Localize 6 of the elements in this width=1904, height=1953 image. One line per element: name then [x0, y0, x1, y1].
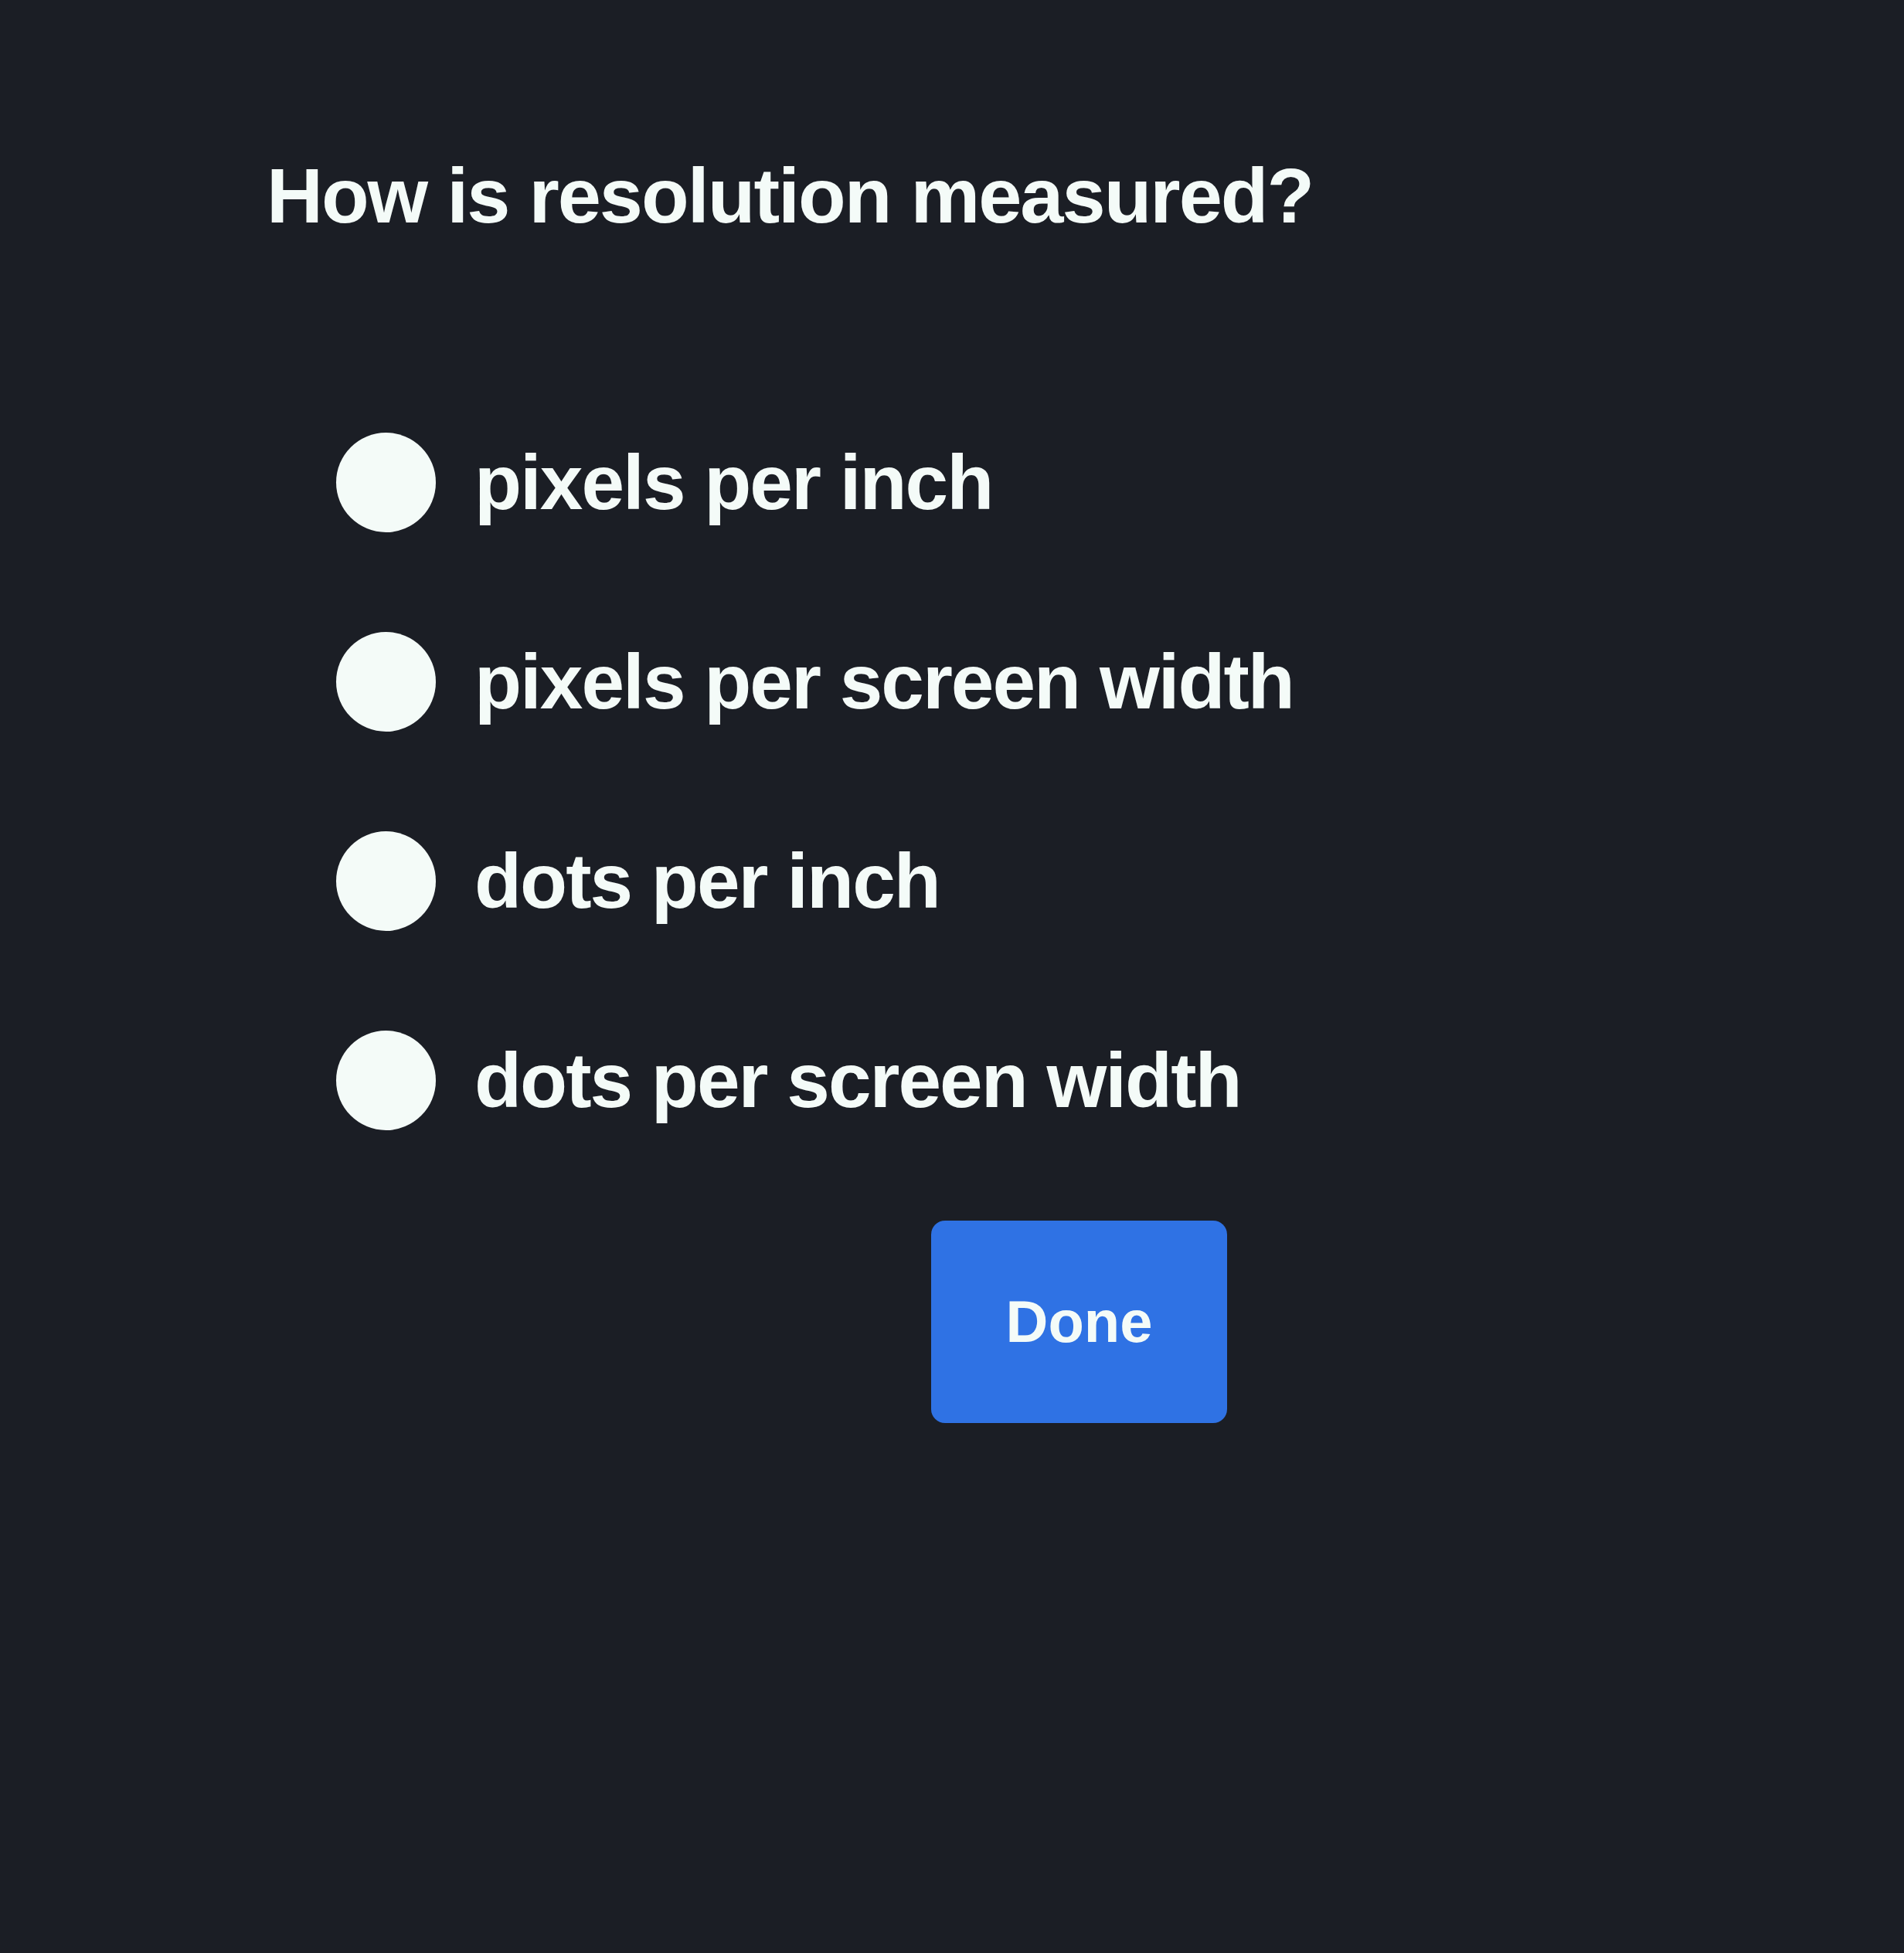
option-label: pixels per inch — [474, 438, 993, 528]
option-label: pixels per screen width — [474, 637, 1294, 727]
done-button[interactable]: Done — [931, 1221, 1227, 1424]
option-label: dots per screen width — [474, 1036, 1241, 1126]
question-text: How is resolution measured? — [267, 151, 1314, 240]
option-label: dots per inch — [474, 837, 940, 926]
